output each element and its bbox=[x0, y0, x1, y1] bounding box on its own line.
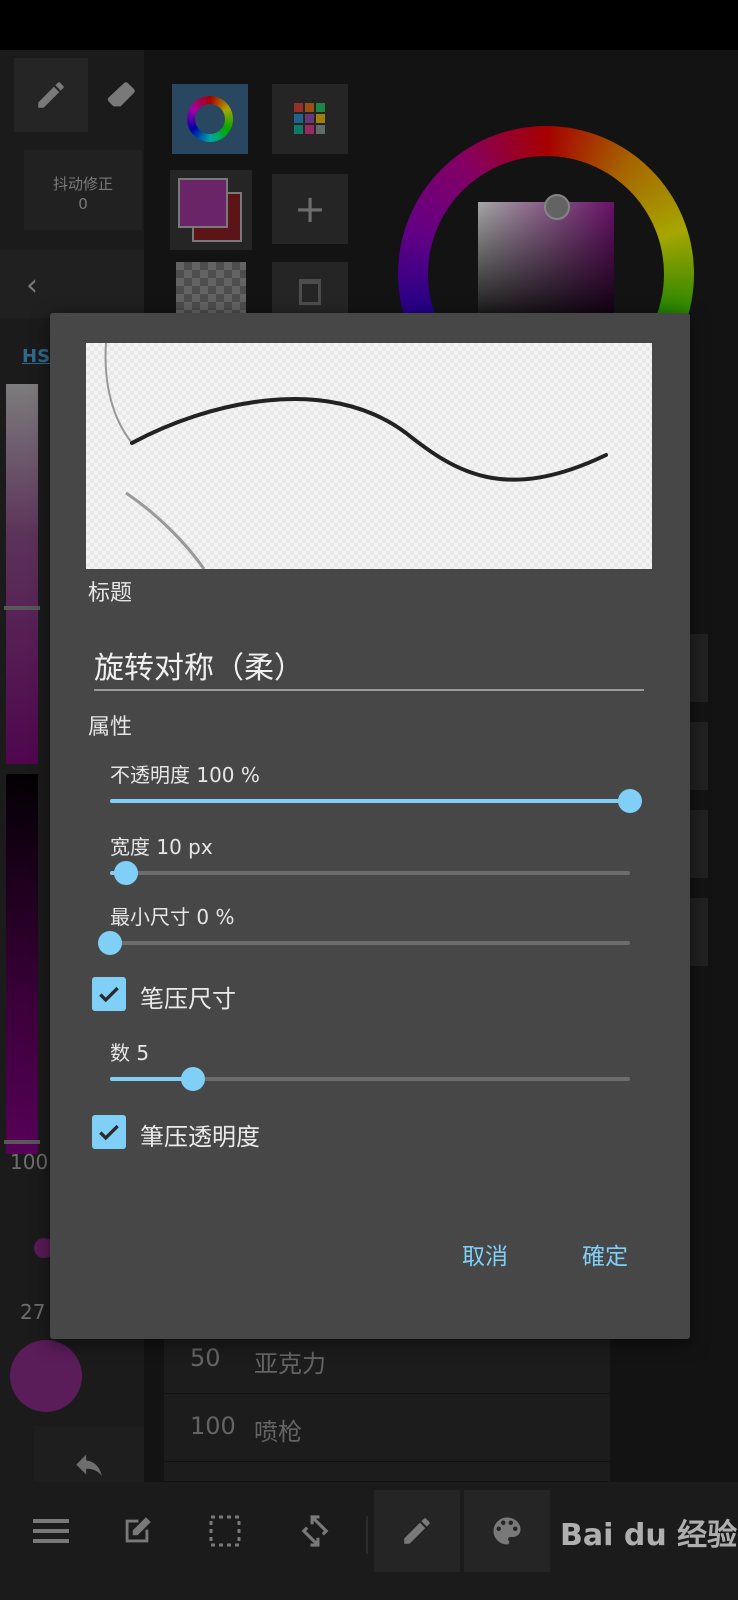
opacity-slider-thumb[interactable] bbox=[618, 789, 642, 813]
min-size-slider-track bbox=[110, 941, 630, 945]
title-input[interactable]: 旋转对称（柔） bbox=[94, 643, 644, 691]
title-label: 标题 bbox=[88, 581, 133, 606]
width-slider[interactable] bbox=[110, 861, 630, 885]
min-size-slider-thumb[interactable] bbox=[98, 931, 122, 955]
title-input-value: 旋转对称（柔） bbox=[94, 651, 304, 686]
count-slider-thumb[interactable] bbox=[181, 1067, 206, 1091]
cancel-button[interactable]: 取消 bbox=[462, 1237, 508, 1271]
min-size-label: 最小尺寸 0 % bbox=[110, 905, 235, 929]
pressure-opacity-label: 筆压透明度 bbox=[140, 1123, 260, 1151]
check-icon bbox=[92, 1115, 126, 1149]
width-slider-thumb[interactable] bbox=[113, 861, 138, 885]
opacity-label: 不透明度 100 % bbox=[110, 763, 260, 787]
brush-settings-dialog: 标题 旋转对称（柔） 属性 不透明度 100 % 宽度 10 px 最小尺寸 0… bbox=[50, 313, 690, 1339]
check-icon bbox=[92, 977, 126, 1011]
opacity-slider[interactable] bbox=[110, 789, 642, 813]
brush-stroke-preview bbox=[86, 343, 652, 569]
count-slider[interactable] bbox=[110, 1067, 630, 1091]
width-slider-track bbox=[110, 871, 630, 875]
opacity-slider-fill bbox=[110, 799, 630, 803]
min-size-slider[interactable] bbox=[98, 931, 630, 955]
ok-button[interactable]: 確定 bbox=[582, 1237, 628, 1271]
width-label: 宽度 10 px bbox=[110, 835, 213, 859]
properties-label: 属性 bbox=[88, 715, 133, 740]
pressure-size-label: 笔压尺寸 bbox=[140, 985, 236, 1013]
stroke-preview-graphic bbox=[104, 343, 608, 569]
watermark-logo: Bai du 经验 bbox=[560, 1518, 738, 1553]
count-label: 数 5 bbox=[110, 1041, 150, 1065]
